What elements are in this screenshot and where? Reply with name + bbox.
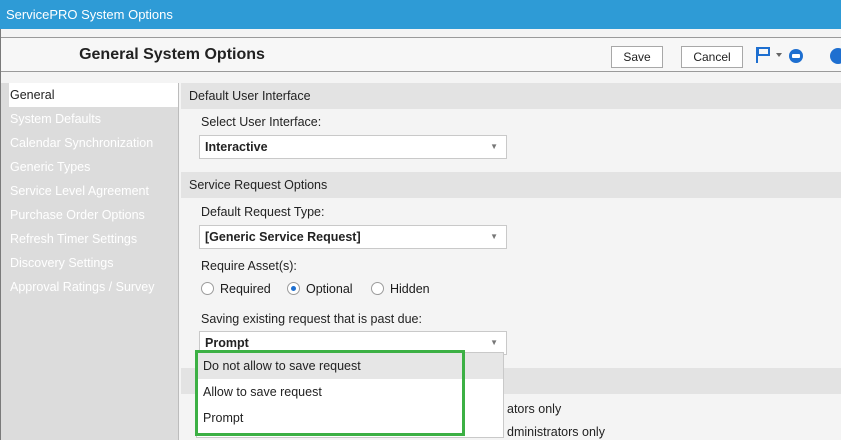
sidebar: General System Defaults Calendar Synchro… [1, 83, 179, 440]
circle-icon[interactable] [787, 47, 805, 68]
radio-circle-icon [201, 282, 214, 295]
chevron-down-icon: ▼ [490, 338, 498, 347]
radio-selected-icon [287, 282, 300, 295]
section-service-request-options: Service Request Options [181, 172, 841, 198]
radio-required-label: Required [220, 282, 271, 296]
window-title: ServicePRO System Options [6, 7, 173, 22]
past-due-dropdown-list: Do not allow to save request Allow to sa… [196, 352, 504, 438]
user-interface-value: Interactive [205, 140, 268, 154]
section-default-user-interface: Default User Interface [181, 83, 841, 109]
dropdown-arrow-icon[interactable] [775, 48, 783, 65]
request-type-value: [Generic Service Request] [205, 230, 361, 244]
flag-icon[interactable] [753, 45, 773, 68]
obscured-text-2: dministrators only [507, 425, 605, 439]
radio-hidden-label: Hidden [390, 282, 430, 296]
chevron-down-icon: ▼ [490, 232, 498, 241]
chevron-down-icon: ▼ [490, 142, 498, 151]
sidebar-item-general[interactable]: General [9, 83, 178, 107]
radio-circle-icon [371, 282, 384, 295]
radio-required[interactable]: Required [201, 282, 271, 296]
request-type-select[interactable]: [Generic Service Request] ▼ [199, 225, 507, 249]
window-titlebar: ServicePRO System Options [0, 0, 841, 29]
request-type-label: Default Request Type: [201, 205, 325, 219]
header-bar: General System Options Save Cancel [1, 37, 841, 72]
sidebar-item-service-level-agreement[interactable]: Service Level Agreement [1, 179, 178, 203]
sidebar-item-approval-ratings-survey[interactable]: Approval Ratings / Survey [1, 275, 178, 299]
dropdown-option-allow[interactable]: Allow to save request [197, 379, 503, 405]
cancel-button[interactable]: Cancel [681, 46, 743, 68]
help-icon[interactable] [829, 47, 841, 68]
sidebar-item-system-defaults[interactable]: System Defaults [1, 107, 178, 131]
page-title: General System Options [79, 46, 265, 63]
past-due-label: Saving existing request that is past due… [201, 312, 422, 326]
obscured-text-1: ators only [507, 402, 562, 416]
radio-optional[interactable]: Optional [287, 282, 353, 296]
sidebar-item-discovery-settings[interactable]: Discovery Settings [1, 251, 178, 275]
save-button[interactable]: Save [611, 46, 663, 68]
dropdown-option-prompt[interactable]: Prompt [197, 405, 503, 431]
select-ui-label: Select User Interface: [201, 115, 322, 129]
sidebar-item-calendar-synchronization[interactable]: Calendar Synchronization [1, 131, 178, 155]
radio-hidden[interactable]: Hidden [371, 282, 430, 296]
sidebar-item-refresh-timer-settings[interactable]: Refresh Timer Settings [1, 227, 178, 251]
sidebar-item-purchase-order-options[interactable]: Purchase Order Options [1, 203, 178, 227]
user-interface-select[interactable]: Interactive ▼ [199, 135, 507, 159]
require-asset-label: Require Asset(s): [201, 259, 297, 273]
past-due-value: Prompt [205, 336, 249, 350]
dropdown-option-do-not-allow[interactable]: Do not allow to save request [197, 353, 503, 379]
sidebar-item-generic-types[interactable]: Generic Types [1, 155, 178, 179]
radio-optional-label: Optional [306, 282, 353, 296]
